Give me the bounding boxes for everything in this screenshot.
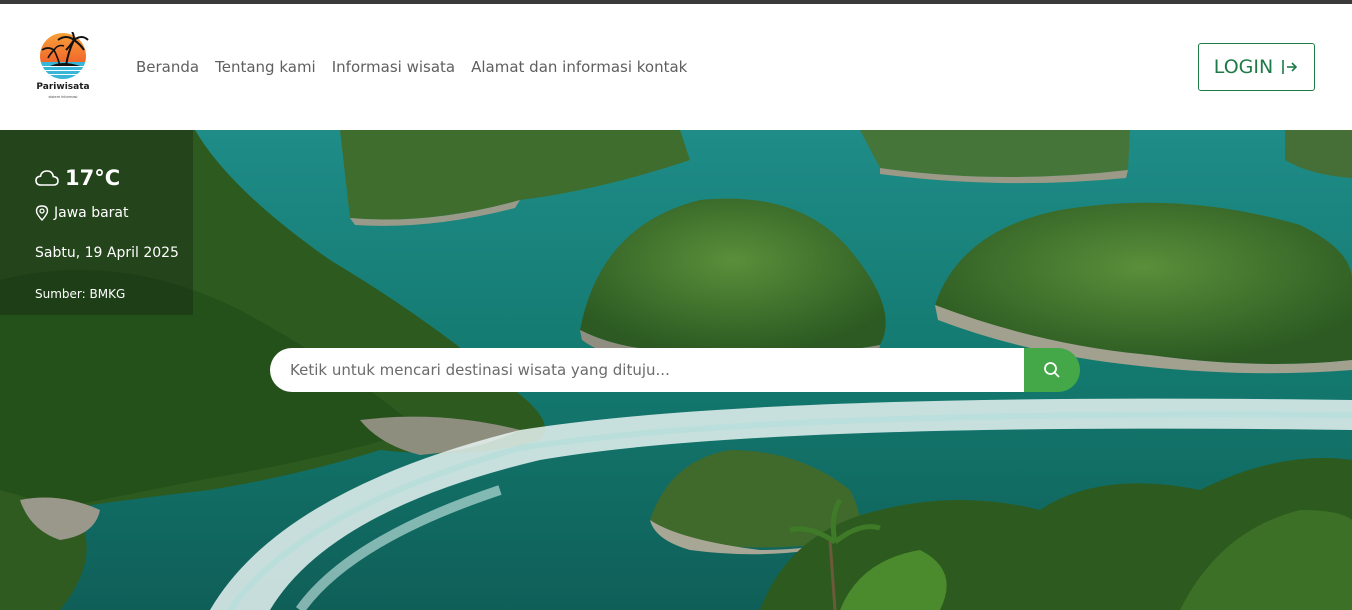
brand-tagline: sistem informasi: [48, 94, 78, 99]
palm-sunset-logo-icon: [40, 32, 89, 79]
cloud-icon: [35, 170, 59, 186]
search-button[interactable]: [1024, 348, 1080, 392]
nav-link-tentang-kami[interactable]: Tentang kami: [215, 58, 316, 76]
brand-name: Pariwisata: [36, 82, 90, 92]
search-icon: [1044, 362, 1060, 378]
nav-link-alamat-kontak[interactable]: Alamat dan informasi kontak: [471, 58, 687, 76]
weather-location: Jawa barat: [35, 205, 128, 221]
weather-widget: 17°C Jawa barat Sabtu, 19 April 2025 Sum…: [0, 130, 193, 315]
login-arrow-icon: [1282, 60, 1298, 74]
map-pin-icon: [35, 205, 49, 221]
brand-logo[interactable]: Pariwisata sistem informasi: [32, 32, 94, 108]
search-bar: [270, 348, 1080, 392]
search-input[interactable]: [270, 348, 1030, 392]
login-button[interactable]: LOGIN: [1198, 43, 1315, 91]
nav-link-informasi-wisata[interactable]: Informasi wisata: [332, 58, 455, 76]
navbar: Pariwisata sistem informasi Beranda Tent…: [0, 4, 1352, 130]
location-label: Jawa barat: [54, 205, 129, 221]
hero-section: 17°C Jawa barat Sabtu, 19 April 2025 Sum…: [0, 130, 1352, 610]
weather-temperature: 17°C: [35, 166, 120, 190]
weather-source: Sumber: BMKG: [35, 287, 126, 301]
login-label: LOGIN: [1213, 56, 1274, 78]
main-nav: Beranda Tentang kami Informasi wisata Al…: [136, 58, 687, 76]
temperature-value: 17°C: [65, 166, 121, 190]
nav-link-beranda[interactable]: Beranda: [136, 58, 199, 76]
weather-date: Sabtu, 19 April 2025: [35, 245, 179, 261]
